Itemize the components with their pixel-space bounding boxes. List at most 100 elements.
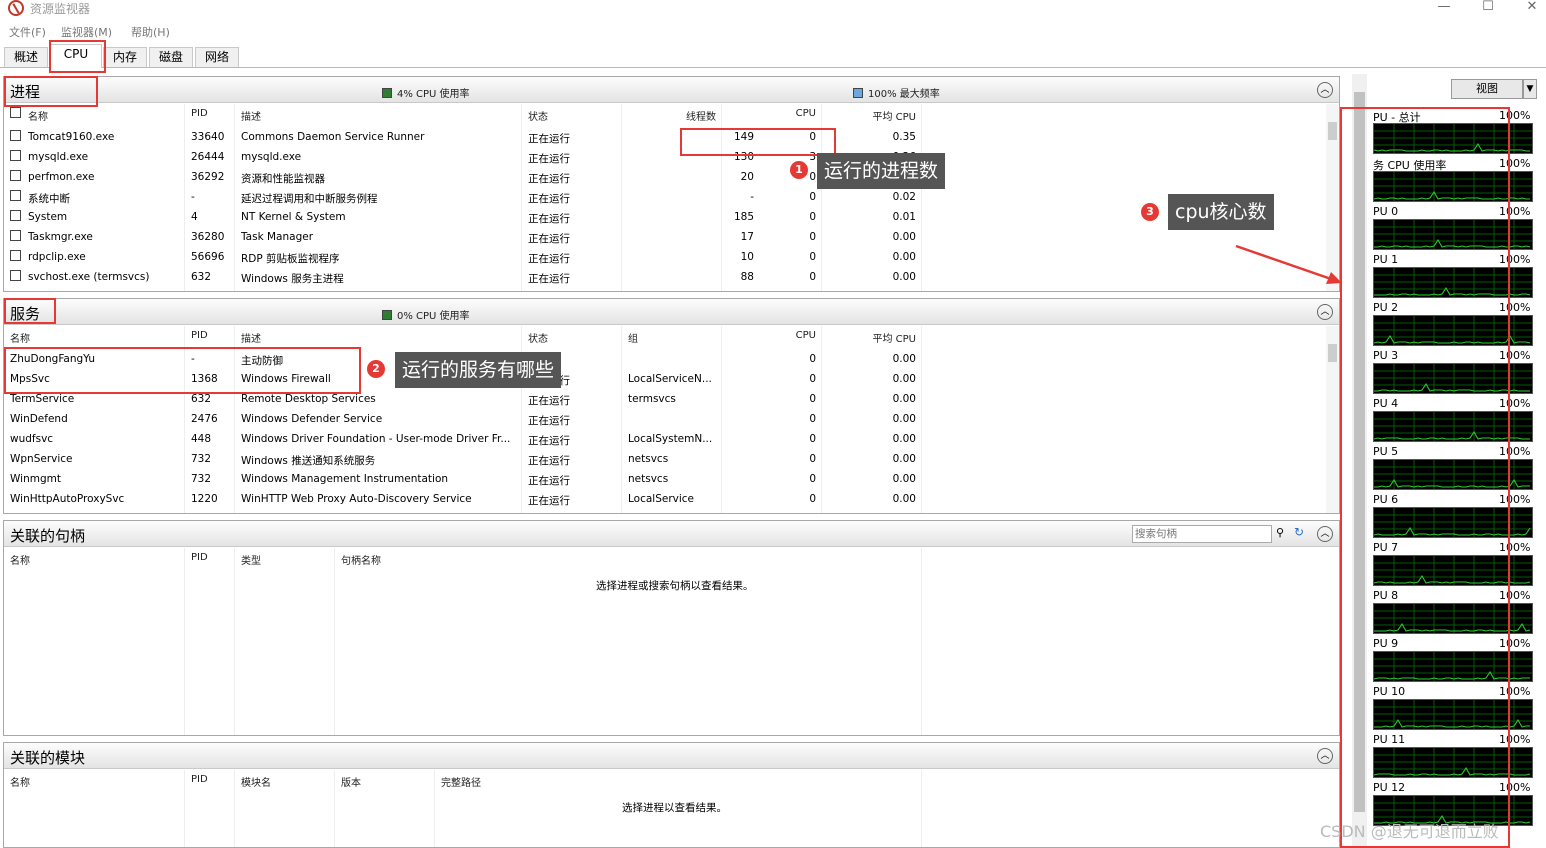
column-type[interactable]: 类型 xyxy=(241,552,261,567)
services-row[interactable]: Winmgmt 732 Windows Management Instrumenta… xyxy=(4,469,1339,489)
column-cpu[interactable]: CPU xyxy=(764,108,816,119)
column-pid[interactable]: PID xyxy=(191,552,208,563)
tab-network[interactable]: 网络 xyxy=(195,47,239,67)
collapse-icon[interactable]: ︿ xyxy=(1317,748,1333,764)
tab-disk[interactable]: 磁盘 xyxy=(149,47,193,67)
column-full-path[interactable]: 完整路径 xyxy=(441,774,481,789)
cpu-graph-max: 100% xyxy=(1499,781,1531,794)
column-name[interactable]: 名称 xyxy=(10,330,30,345)
search-handles-input[interactable] xyxy=(1132,525,1272,543)
processes-row[interactable]: mysqld.exe26444mysqld.exe正在运行13030.26 xyxy=(4,147,1339,167)
services-scrollbar[interactable] xyxy=(1326,326,1339,513)
cell-name: TermService xyxy=(10,393,75,405)
processes-row[interactable]: rdpclip.exe 56696 RDP 剪贴板监视程序 正在运行 10 0 0.00 xyxy=(4,247,1339,267)
column-threads[interactable]: 线程数 xyxy=(664,108,716,123)
column-pid[interactable]: PID xyxy=(191,774,208,785)
row-checkbox[interactable] xyxy=(10,190,21,201)
view-button[interactable]: 视图 xyxy=(1451,79,1523,99)
processes-header[interactable]: 进程 4% CPU 使用率 100% 最大频率 ︿ xyxy=(4,77,1339,103)
tab-cpu[interactable]: CPU xyxy=(50,44,102,68)
column-status[interactable]: 状态 xyxy=(528,330,548,345)
services-header[interactable]: 服务 0% CPU 使用率 ︿ xyxy=(4,299,1339,325)
services-row[interactable]: WinDefend 2476 Windows Defender Service 正在运… xyxy=(4,409,1339,429)
services-row[interactable]: TermService 632 Remote Desktop Services 正在运… xyxy=(4,389,1339,409)
cell-group: netsvcs xyxy=(628,453,669,465)
services-row[interactable]: WinHttpAutoProxySvc 1220 WinHTTP Web Proxy… xyxy=(4,489,1339,509)
collapse-icon[interactable]: ︿ xyxy=(1317,526,1333,542)
collapse-icon[interactable]: ︿ xyxy=(1317,304,1333,320)
column-module-name[interactable]: 模块名 xyxy=(241,774,271,789)
menu-monitor[interactable]: 监视器(M) xyxy=(61,24,112,40)
processes-row[interactable]: Tomcat9160.exe 33640 Commons Daemon Servic… xyxy=(4,127,1339,147)
main-scrollbar[interactable] xyxy=(1352,74,1367,848)
cell-pid: 2476 xyxy=(191,413,218,425)
minimize-button[interactable]: — xyxy=(1424,0,1464,18)
handles-header[interactable]: 关联的句柄 ⚲ ↻ ︿ xyxy=(4,521,1339,547)
close-button[interactable]: ✕ xyxy=(1512,0,1546,18)
select-all-checkbox[interactable] xyxy=(10,107,21,118)
cell-pid: 26444 xyxy=(191,151,225,163)
column-handle-name[interactable]: 句柄名称 xyxy=(341,552,381,567)
column-description[interactable]: 描述 xyxy=(241,330,261,345)
cpu-graph-item: PU 1 100% xyxy=(1369,252,1534,300)
cell-pid: 1220 xyxy=(191,493,218,505)
row-checkbox[interactable] xyxy=(10,170,21,181)
cell-name: ZhuDongFangYu xyxy=(10,353,96,365)
processes-row[interactable]: perfmon.exe36292资源和性能监视器正在运行2000.17 xyxy=(4,167,1339,187)
annotation-marker-3: 3 xyxy=(1141,203,1159,221)
column-status[interactable]: 状态 xyxy=(528,108,548,123)
cell-group: termsvcs xyxy=(628,393,676,405)
cpu-graph-label: PU 5 xyxy=(1373,445,1399,458)
column-cpu[interactable]: CPU xyxy=(764,330,816,341)
annotation-callout-3: cpu核心数 xyxy=(1168,194,1274,230)
processes-row[interactable]: Taskmgr.exe 36280 Task Manager 正在运行 17 0 0.00 xyxy=(4,227,1339,247)
column-pid[interactable]: PID xyxy=(191,330,208,341)
services-row[interactable]: MpsSvc1368Windows Firewall正在运行LocalServi… xyxy=(4,369,1339,389)
column-name[interactable]: 名称 xyxy=(10,774,30,789)
refresh-icon[interactable]: ↻ xyxy=(1294,525,1304,539)
cell-pid: 448 xyxy=(191,433,212,445)
tab-overview[interactable]: 概述 xyxy=(4,47,48,67)
collapse-icon[interactable]: ︿ xyxy=(1317,82,1333,98)
column-avg-cpu[interactable]: 平均 CPU xyxy=(854,330,916,345)
cell-avg-cpu: 0.00 xyxy=(892,473,916,485)
services-scroll-thumb[interactable] xyxy=(1328,344,1337,362)
row-checkbox[interactable] xyxy=(10,130,21,141)
view-dropdown-arrow[interactable]: ▼ xyxy=(1523,79,1537,99)
row-checkbox[interactable] xyxy=(10,250,21,261)
services-cpu-swatch xyxy=(382,310,392,320)
modules-header[interactable]: 关联的模块 ︿ xyxy=(4,743,1339,769)
maximize-button[interactable]: ☐ xyxy=(1468,0,1508,18)
row-checkbox[interactable] xyxy=(10,150,21,161)
row-checkbox[interactable] xyxy=(10,210,21,221)
column-pid[interactable]: PID xyxy=(191,108,208,119)
column-description[interactable]: 描述 xyxy=(241,108,261,123)
processes-row[interactable]: 系统中断 - 延迟过程调用和中断服务例程 正在运行 - 0 0.02 xyxy=(4,187,1339,207)
cpu-usage-graph xyxy=(1373,171,1533,202)
menu-file[interactable]: 文件(F) xyxy=(9,24,46,40)
cell-cpu: 0 xyxy=(809,131,816,143)
cpu-graph-panel: 视图 ▼ PU - 总计 100% 务 CPU 使用率 100% PU 0 100% PU … xyxy=(1369,74,1546,848)
services-row[interactable]: wudfsvc 448 Windows Driver Foundation - Us… xyxy=(4,429,1339,449)
row-checkbox[interactable] xyxy=(10,230,21,241)
processes-row[interactable]: System 4 NT Kernel & System 正在运行 185 0 0.01 xyxy=(4,207,1339,227)
row-checkbox[interactable] xyxy=(10,270,21,281)
services-row[interactable]: WpnService 732 Windows 推送通知系统服务 正在运行 netsvcs… xyxy=(4,449,1339,469)
column-name[interactable]: 名称 xyxy=(28,108,48,123)
processes-scroll-thumb[interactable] xyxy=(1328,122,1337,140)
column-avg-cpu[interactable]: 平均 CPU xyxy=(854,108,916,123)
cpu-usage-graph xyxy=(1373,411,1533,442)
processes-row[interactable]: svchost.exe (termsvcs) 632 Windows 服务主进程 正在… xyxy=(4,267,1339,287)
cell-name: System xyxy=(28,211,68,223)
cell-name: rdpclip.exe xyxy=(28,251,86,263)
tab-memory[interactable]: 内存 xyxy=(103,47,147,67)
column-version[interactable]: 版本 xyxy=(341,774,361,789)
cell-description: mysqld.exe xyxy=(241,151,302,163)
column-name[interactable]: 名称 xyxy=(10,552,30,567)
main-scroll-thumb[interactable] xyxy=(1354,92,1365,812)
services-row[interactable]: ZhuDongFangYu - 主动防御 0 0.00 xyxy=(4,349,1339,369)
search-icon[interactable]: ⚲ xyxy=(1276,526,1284,539)
menu-help[interactable]: 帮助(H) xyxy=(131,24,170,40)
column-group[interactable]: 组 xyxy=(628,330,638,345)
cell-status: 正在运行 xyxy=(528,455,570,467)
